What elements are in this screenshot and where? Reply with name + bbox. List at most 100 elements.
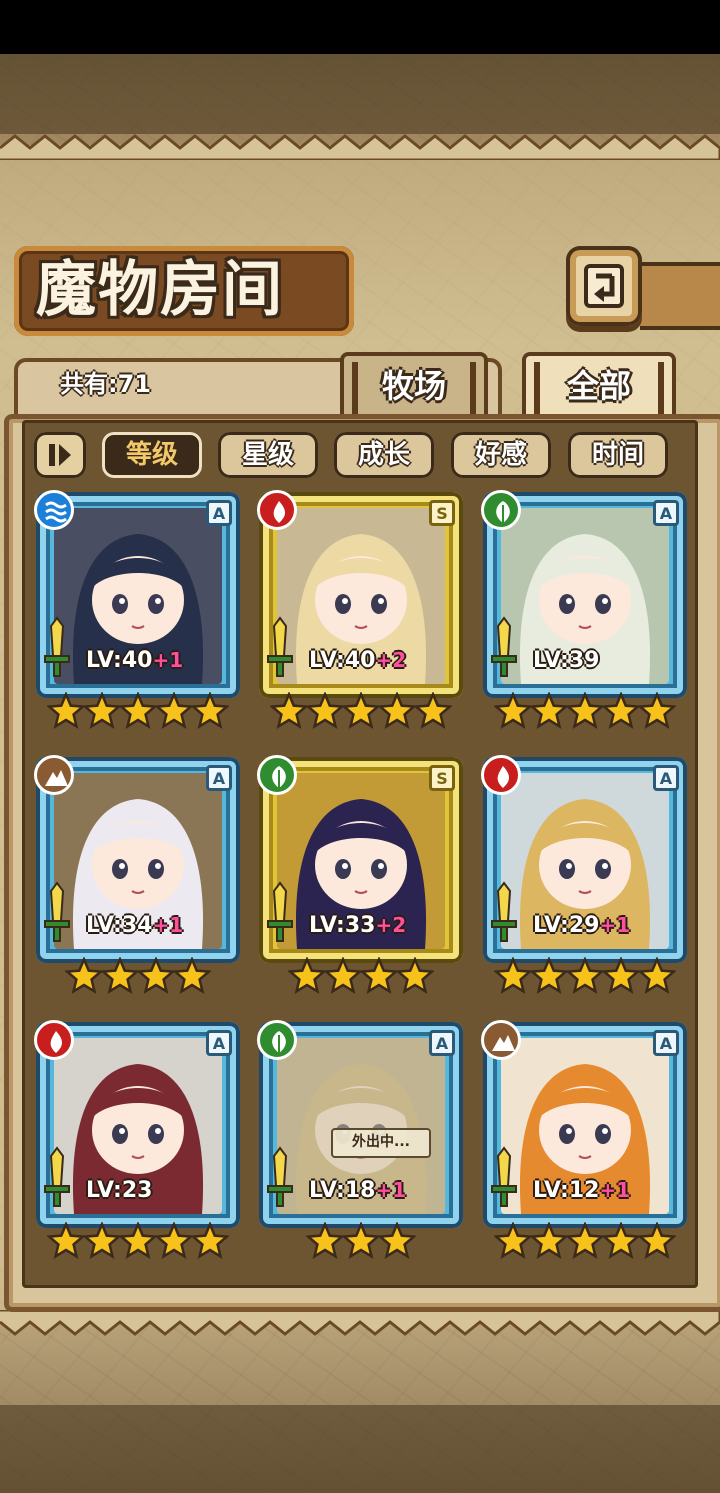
card-frame: A LV:40+1: [34, 490, 240, 698]
star-icon: [530, 957, 568, 995]
star-icon: [155, 692, 193, 730]
sort-button-label: 好感: [474, 440, 527, 470]
star-icon: [324, 957, 362, 995]
level-bonus: +1: [152, 648, 184, 672]
monster-card[interactable]: A LV:29+1: [481, 755, 687, 995]
star-icon: [119, 1222, 157, 1260]
star-icon: [566, 1222, 604, 1260]
earth-element-icon: [481, 1020, 521, 1060]
sword-icon: [491, 616, 517, 677]
monster-card[interactable]: S LV:40+2: [257, 490, 463, 730]
star-rating: [36, 692, 240, 732]
top-band: [0, 54, 720, 134]
monster-card[interactable]: A LV:39: [481, 490, 687, 730]
star-icon: [494, 957, 532, 995]
bottom-band: [0, 1405, 720, 1493]
status-bar: [0, 0, 720, 54]
monster-card[interactable]: A LV:34+1: [34, 755, 240, 995]
tab-all-label: 全部: [566, 367, 631, 405]
level-value: LV:12: [533, 1178, 600, 1203]
level-label: LV:29+1: [533, 913, 630, 938]
star-icon: [191, 692, 229, 730]
sort-button-stars[interactable]: 星级: [218, 432, 318, 478]
star-icon: [270, 692, 308, 730]
level-label: LV:18+1: [309, 1178, 406, 1203]
level-value: LV:40: [86, 648, 153, 673]
tab-ranch[interactable]: 牧场: [340, 352, 488, 420]
earth-element-icon: [34, 755, 74, 795]
star-icon: [191, 1222, 229, 1260]
rank-badge: A: [653, 765, 679, 791]
rank-badge: A: [206, 765, 232, 791]
star-icon: [530, 692, 568, 730]
star-icon: [378, 692, 416, 730]
star-rating: [36, 957, 240, 997]
level-bonus: +1: [599, 913, 631, 937]
star-icon: [47, 1222, 85, 1260]
monster-card[interactable]: 外出中... A LV:18+1: [257, 1020, 463, 1260]
card-frame: 外出中... A LV:18+1: [257, 1020, 463, 1228]
card-frame: S LV:40+2: [257, 490, 463, 698]
rank-badge: A: [653, 500, 679, 526]
sword-icon: [267, 881, 293, 942]
star-icon: [173, 957, 211, 995]
sort-order-toggle[interactable]: [34, 432, 86, 478]
card-frame: A LV:23: [34, 1020, 240, 1228]
level-value: LV:40: [309, 648, 376, 673]
star-icon: [638, 692, 676, 730]
sort-button-growth[interactable]: 成长: [334, 432, 434, 478]
fire-element-icon: [257, 490, 297, 530]
level-bonus: +1: [152, 913, 184, 937]
star-icon: [494, 1222, 532, 1260]
star-rating: [259, 957, 463, 997]
fire-element-icon: [481, 755, 521, 795]
level-value: LV:29: [533, 913, 600, 938]
tab-ranch-label: 牧场: [381, 367, 446, 405]
level-label: LV:40+2: [309, 648, 406, 673]
level-value: LV:39: [533, 648, 600, 673]
sort-button-time[interactable]: 时间: [568, 432, 668, 478]
wood-element-icon: [257, 1020, 297, 1060]
sort-order-icon: [49, 444, 71, 466]
monster-card[interactable]: A LV:40+1: [34, 490, 240, 730]
star-icon: [83, 692, 121, 730]
level-value: LV:18: [309, 1178, 376, 1203]
back-button[interactable]: [566, 246, 642, 326]
away-status-label: 外出中...: [331, 1128, 431, 1158]
sort-button-level[interactable]: 等级: [102, 432, 202, 478]
star-rating: [483, 957, 687, 997]
star-icon: [83, 1222, 121, 1260]
star-icon: [566, 692, 604, 730]
star-icon: [65, 957, 103, 995]
monster-card[interactable]: A LV:12+1: [481, 1020, 687, 1260]
star-icon: [602, 692, 640, 730]
rank-badge: A: [206, 500, 232, 526]
level-label: LV:23: [86, 1178, 152, 1203]
card-frame: A LV:12+1: [481, 1020, 687, 1228]
sort-button-label: 时间: [591, 440, 644, 470]
fire-element-icon: [34, 1020, 74, 1060]
star-icon: [602, 957, 640, 995]
level-label: LV:33+2: [309, 913, 406, 938]
monster-card[interactable]: A LV:23: [34, 1020, 240, 1260]
star-icon: [101, 957, 139, 995]
star-icon: [47, 692, 85, 730]
monster-count: 共有:71: [60, 370, 151, 398]
star-icon: [155, 1222, 193, 1260]
star-icon: [638, 957, 676, 995]
sword-icon: [44, 1146, 70, 1207]
star-icon: [137, 957, 175, 995]
star-rating: [36, 1222, 240, 1262]
zigzag-border-bottom: [0, 1310, 720, 1336]
card-frame: A LV:39: [481, 490, 687, 698]
star-icon: [566, 957, 604, 995]
star-icon: [396, 957, 434, 995]
star-icon: [638, 1222, 676, 1260]
monster-card[interactable]: S LV:33+2: [257, 755, 463, 995]
rank-badge: S: [429, 500, 455, 526]
level-bonus: +2: [375, 913, 407, 937]
star-rating: [483, 1222, 687, 1262]
water-element-icon: [34, 490, 74, 530]
sort-button-label: 星级: [241, 440, 294, 470]
sort-button-affection[interactable]: 好感: [451, 432, 551, 478]
